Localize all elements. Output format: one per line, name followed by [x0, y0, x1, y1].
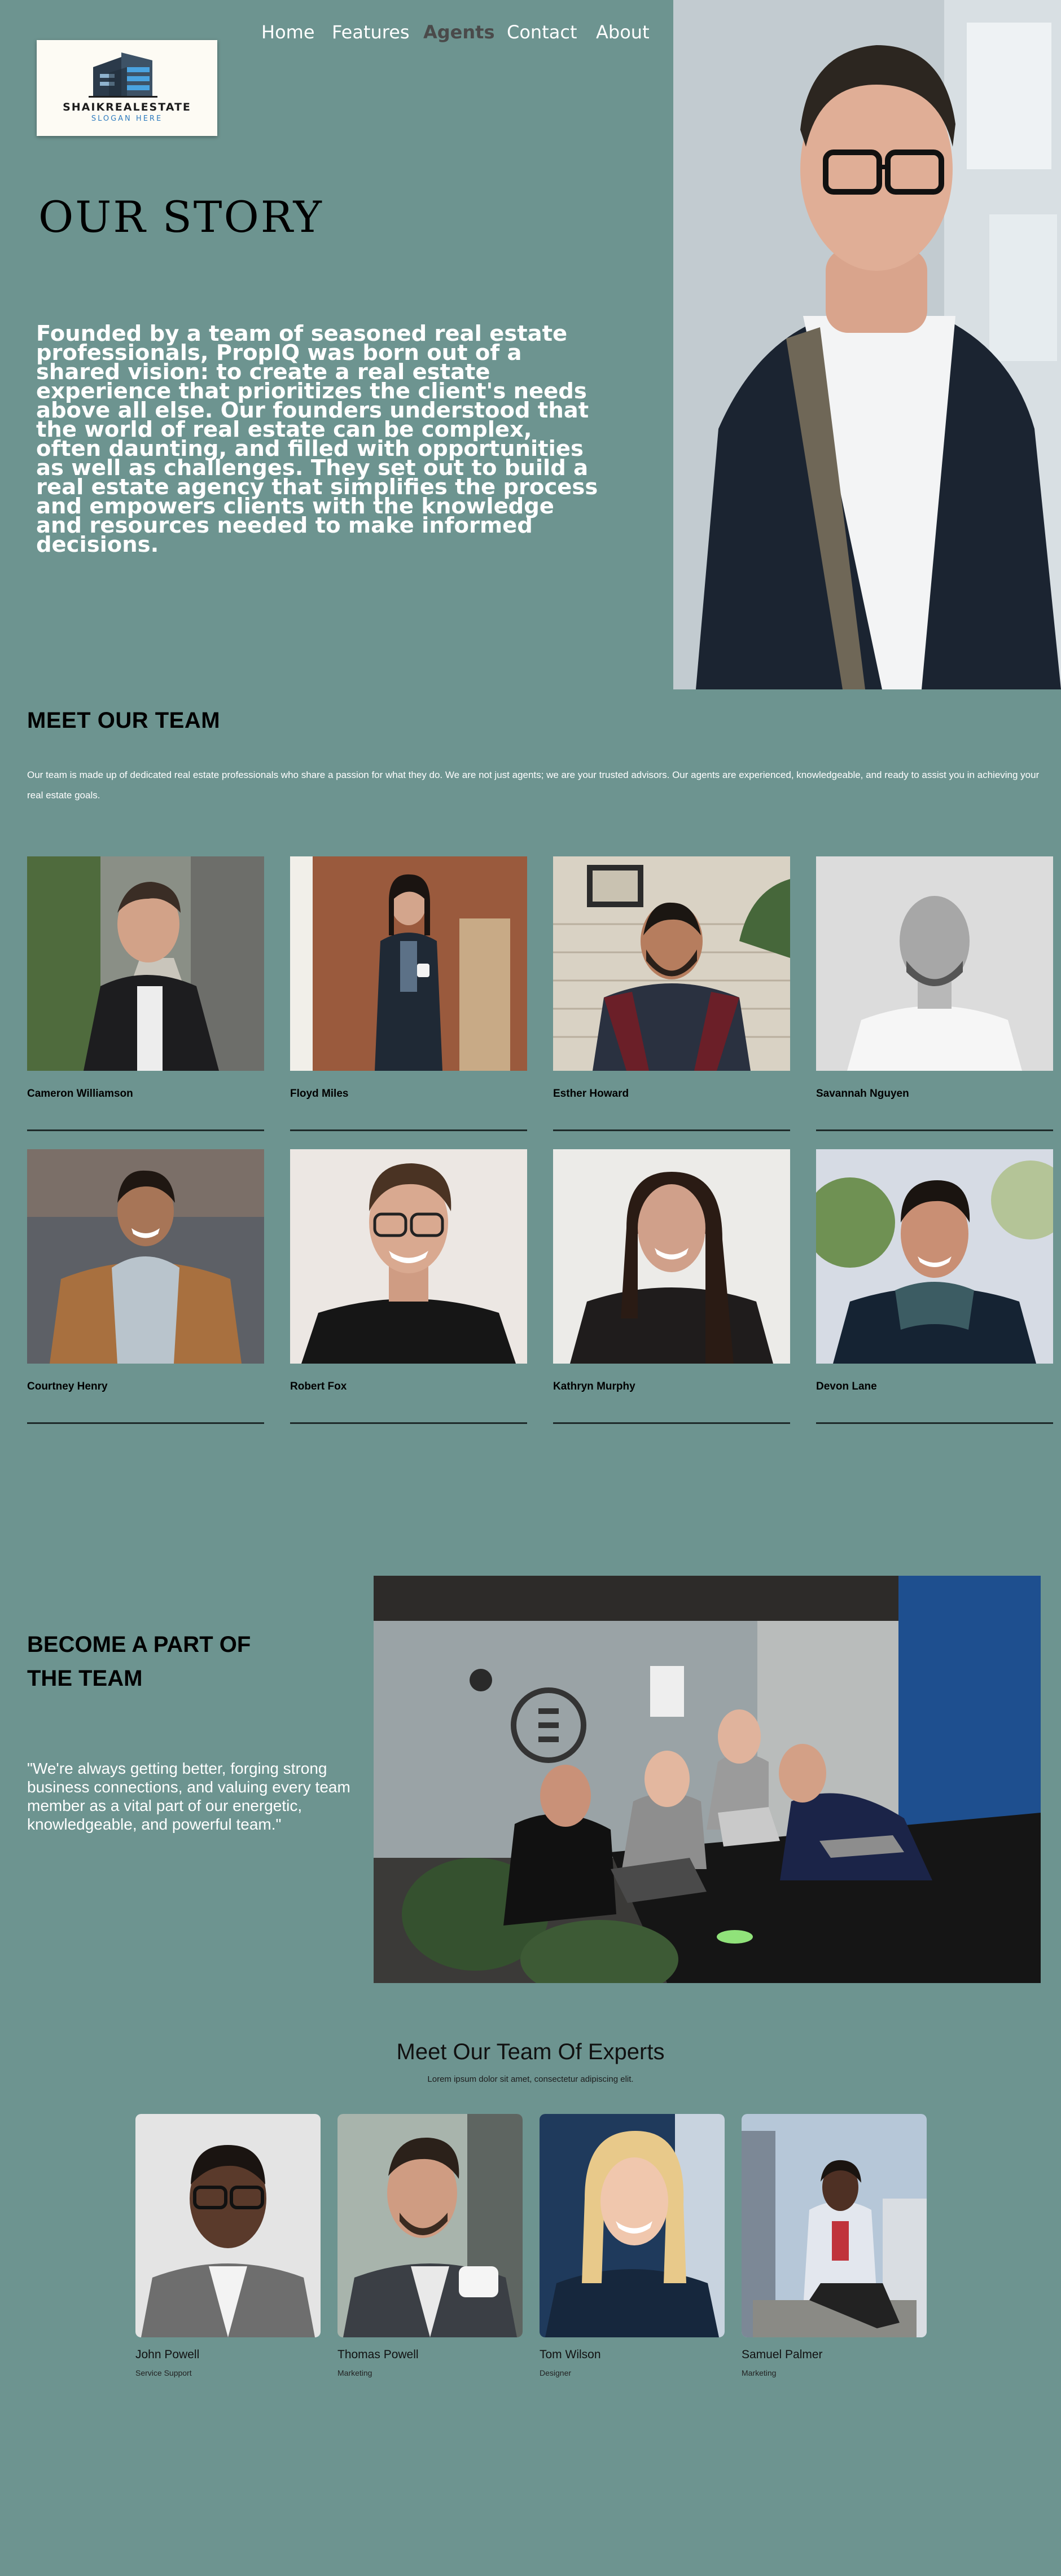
nav-agents[interactable]: Agents — [423, 21, 495, 43]
hero-portrait-photo — [673, 0, 1061, 689]
agent-photo — [290, 1149, 527, 1364]
expert-role: Designer — [540, 2368, 572, 2377]
divider — [290, 1129, 527, 1131]
agent-photo — [27, 856, 264, 1071]
expert-card[interactable]: Thomas Powell Marketing — [337, 2114, 523, 2385]
agent-photo — [816, 1149, 1053, 1364]
expert-role: Marketing — [337, 2368, 372, 2377]
expert-name: Tom Wilson — [540, 2348, 601, 2361]
agent-photo — [553, 856, 790, 1071]
meet-team-title: MEET OUR TEAM — [27, 708, 221, 733]
story-text: Founded by a team of seasoned real estat… — [36, 321, 598, 557]
agent-card[interactable]: Robert Fox — [290, 1149, 527, 1434]
expert-name: Thomas Powell — [337, 2348, 419, 2361]
agent-photo — [553, 1149, 790, 1364]
divider — [27, 1129, 264, 1131]
agent-card[interactable]: Savannah Nguyen — [816, 856, 1053, 1141]
nav-features[interactable]: Features — [332, 21, 410, 43]
agent-photo — [290, 856, 527, 1071]
expert-card[interactable]: Tom Wilson Designer — [540, 2114, 725, 2385]
agent-name: Floyd Miles — [290, 1088, 349, 1100]
experts-title: Meet Our Team Of Experts — [396, 2039, 665, 2064]
story-title: OUR STORY — [38, 192, 323, 242]
agent-name: Cameron Williamson — [27, 1088, 133, 1100]
divider — [27, 1422, 264, 1424]
divider — [553, 1422, 790, 1424]
agent-name: Kathryn Murphy — [553, 1381, 635, 1392]
agent-photo — [27, 1149, 264, 1364]
expert-photo — [135, 2114, 321, 2337]
nav-home[interactable]: Home — [261, 21, 315, 43]
agent-card[interactable]: Courtney Henry — [27, 1149, 264, 1434]
agent-card[interactable]: Floyd Miles — [290, 856, 527, 1141]
brand-slogan: SLOGAN HERE — [91, 115, 163, 123]
brand-name: SHAIKREALESTATE — [63, 101, 191, 113]
agent-card[interactable]: Esther Howard — [553, 856, 790, 1141]
expert-card[interactable]: John Powell Service Support — [135, 2114, 321, 2385]
hero-section: SHAIKREALESTATE SLOGAN HERE Home Feature… — [0, 0, 1061, 689]
expert-role: Service Support — [135, 2368, 192, 2377]
expert-name: John Powell — [135, 2348, 200, 2361]
divider — [553, 1129, 790, 1131]
agent-card[interactable]: Cameron Williamson — [27, 856, 264, 1141]
agent-name: Devon Lane — [816, 1381, 877, 1392]
join-quote: "We're always getting better, forging st… — [27, 1760, 350, 1833]
divider — [290, 1422, 527, 1424]
expert-photo — [540, 2114, 725, 2337]
expert-role: Marketing — [742, 2368, 777, 2377]
agent-name: Savannah Nguyen — [816, 1088, 909, 1100]
nav-about[interactable]: About — [596, 21, 650, 43]
agent-name: Robert Fox — [290, 1381, 347, 1392]
building-logo-icon — [89, 52, 157, 98]
agent-card[interactable]: Kathryn Murphy — [553, 1149, 790, 1434]
expert-photo — [337, 2114, 523, 2337]
divider — [816, 1129, 1053, 1131]
expert-photo — [742, 2114, 927, 2337]
experts-subtitle: Lorem ipsum dolor sit amet, consectetur … — [427, 2074, 634, 2084]
agent-name: Esther Howard — [553, 1088, 629, 1100]
brand-logo[interactable]: SHAIKREALESTATE SLOGAN HERE — [37, 40, 217, 136]
agent-photo — [816, 856, 1053, 1071]
agent-card[interactable]: Devon Lane — [816, 1149, 1053, 1434]
office-team-photo — [374, 1576, 1041, 1983]
expert-card[interactable]: Samuel Palmer Marketing — [742, 2114, 927, 2385]
divider — [816, 1422, 1053, 1424]
join-title: BECOME A PART OF THE TEAM — [27, 1632, 251, 1691]
expert-name: Samuel Palmer — [742, 2348, 823, 2361]
nav-contact[interactable]: Contact — [507, 21, 577, 43]
agent-name: Courtney Henry — [27, 1381, 108, 1392]
meet-team-description: Our team is made up of dedicated real es… — [27, 770, 1040, 801]
